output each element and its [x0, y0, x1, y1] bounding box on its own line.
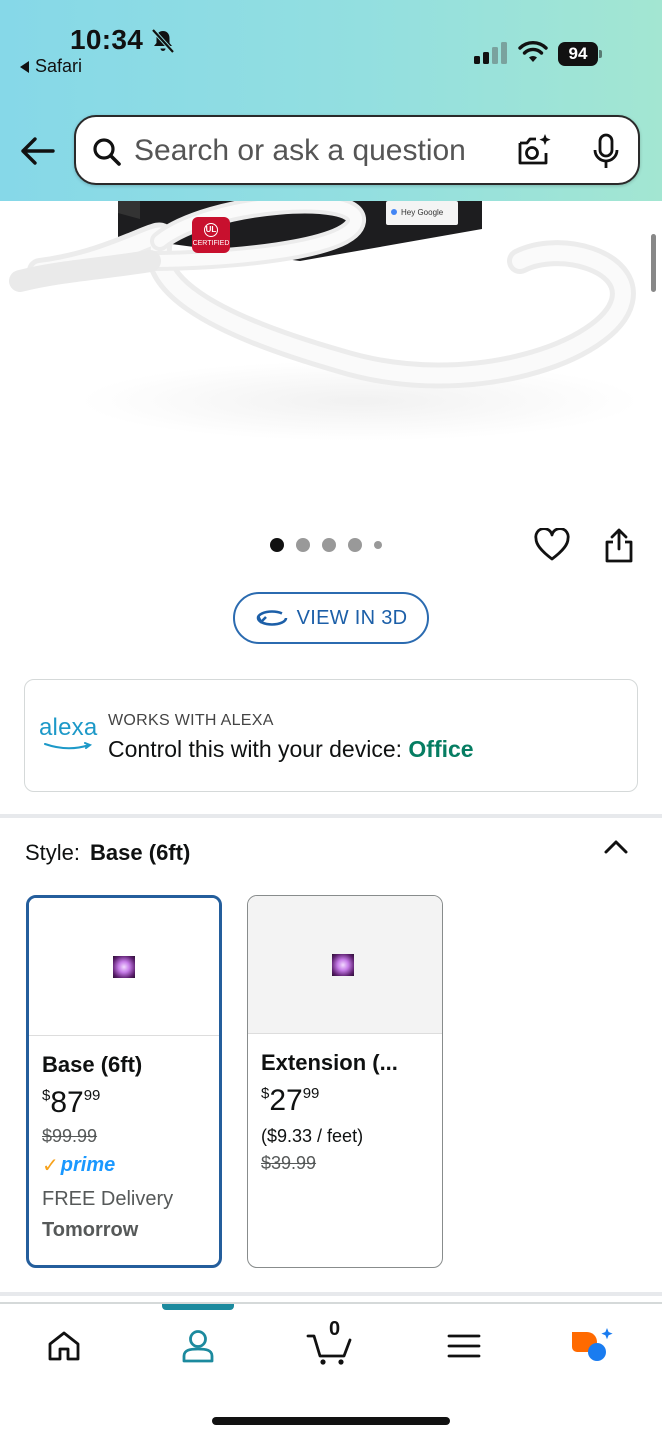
style-option-thumbnail — [248, 896, 442, 1034]
delivery-text: FREE Delivery — [42, 1188, 174, 1210]
style-option-price: $2799 — [261, 1084, 320, 1117]
pagination-dot[interactable] — [374, 541, 382, 549]
signal-icon — [474, 42, 507, 64]
style-option-base[interactable]: Base (6ft) $8799 $99.99 ✓ prime FREE Deli… — [26, 895, 222, 1268]
search-input[interactable] — [134, 131, 494, 171]
prime-check-icon: ✓ — [42, 1155, 59, 1177]
image-pagination-dots[interactable] — [270, 538, 382, 552]
style-option-name: Extension (... — [261, 1050, 398, 1075]
pagination-dot[interactable] — [270, 538, 284, 552]
pagination-dot[interactable] — [296, 538, 310, 552]
alexa-message: Control this with your device: Office — [108, 736, 474, 763]
pagination-dot[interactable] — [348, 538, 362, 552]
style-option-unit-price: ($9.33 / feet) — [261, 1126, 364, 1146]
heart-icon[interactable] — [534, 528, 570, 562]
ul-certified-badge-icon: UL CERTIFIED — [192, 217, 230, 253]
prime-badge: ✓ prime — [42, 1154, 116, 1177]
alexa-eyebrow: WORKS WITH ALEXA — [108, 712, 274, 729]
back-app-label: Safari — [35, 56, 83, 76]
section-divider — [0, 1292, 662, 1296]
product-swatch — [332, 954, 354, 976]
battery-level: 94 — [558, 42, 598, 66]
delivery-when: Tomorrow — [42, 1219, 139, 1241]
share-icon[interactable] — [604, 527, 634, 563]
view-in-3d-button[interactable]: VIEW IN 3D — [233, 592, 429, 644]
product-image[interactable]: UL CERTIFIED Hey Google — [0, 201, 662, 501]
alexa-logo: alexa — [39, 714, 98, 754]
style-option-list-price: $99.99 — [42, 1126, 98, 1146]
alexa-logo-text: alexa — [39, 714, 98, 741]
alexa-card[interactable]: alexa WORKS WITH ALEXA Control this with… — [24, 679, 638, 792]
tab-account[interactable] — [174, 1322, 222, 1370]
alexa-message-text: Control this with your device: — [108, 736, 409, 762]
search-icon — [93, 138, 121, 166]
back-triangle-icon — [20, 60, 29, 73]
style-option-price: $8799 — [42, 1086, 101, 1119]
chevron-up-icon[interactable] — [603, 836, 629, 856]
tab-home[interactable] — [40, 1322, 88, 1370]
rufus-icon — [572, 1328, 613, 1361]
camera-icon[interactable] — [516, 133, 552, 169]
product-swatch — [113, 956, 135, 978]
search-bar[interactable] — [74, 115, 640, 185]
led-strip-illustration — [9, 201, 640, 441]
style-option-extension[interactable]: Extension (... $2799 ($9.33 / feet) $39.… — [247, 895, 443, 1268]
alexa-smile-icon — [44, 742, 93, 750]
style-selected-value: Base (6ft) — [90, 840, 191, 865]
bell-slash-icon — [151, 28, 175, 54]
account-icon — [182, 1330, 214, 1363]
scrollbar[interactable] — [651, 234, 656, 292]
certified-label: CERTIFIED — [192, 240, 230, 247]
back-to-safari[interactable]: Safari — [20, 56, 82, 77]
section-divider — [0, 814, 662, 818]
rotate-3d-icon — [256, 610, 287, 626]
home-icon — [48, 1331, 80, 1361]
pagination-dot[interactable] — [322, 538, 336, 552]
status-time: 10:34 — [70, 24, 144, 55]
alexa-device-name[interactable]: Office — [408, 736, 473, 762]
wifi-icon — [518, 41, 548, 62]
cart-count: 0 — [329, 1318, 341, 1340]
view-in-3d-label: VIEW IN 3D — [296, 606, 408, 629]
style-option-name: Base (6ft) — [42, 1052, 143, 1077]
tab-menu[interactable] — [440, 1322, 488, 1370]
tab-rufus[interactable] — [568, 1322, 616, 1370]
style-option-thumbnail — [29, 898, 219, 1036]
mic-icon[interactable] — [592, 133, 620, 171]
menu-icon — [447, 1334, 481, 1358]
header: 10:34 Safari 94 — [0, 0, 662, 201]
battery-icon: 94 — [558, 42, 602, 66]
style-label: Style: — [25, 840, 81, 865]
style-selector-label: Style: Base (6ft) — [25, 840, 190, 866]
back-arrow-icon[interactable] — [18, 134, 56, 168]
style-option-list-price: $39.99 — [261, 1153, 317, 1173]
google-assistant-icon: Hey Google — [388, 201, 458, 223]
active-tab-indicator — [162, 1304, 234, 1310]
home-indicator[interactable] — [212, 1417, 450, 1425]
tab-cart[interactable]: 0 — [305, 1318, 355, 1370]
hey-google-label: Hey Google — [401, 207, 444, 217]
